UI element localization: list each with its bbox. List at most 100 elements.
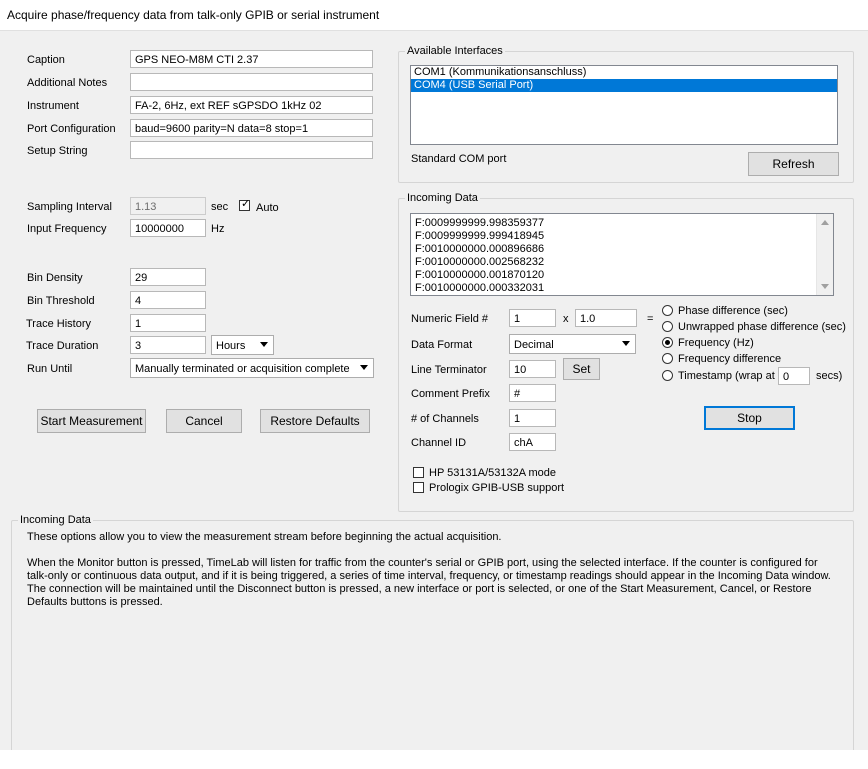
sampling-interval-label: Sampling Interval bbox=[27, 201, 112, 213]
trace-duration-input[interactable]: 3 bbox=[130, 336, 206, 354]
incoming-data-title: Incoming Data bbox=[405, 191, 480, 205]
trace-duration-unit-value: Hours bbox=[216, 340, 246, 352]
sampling-interval-unit: sec bbox=[211, 201, 229, 213]
incoming-data-line: F:0009999999.998359377 bbox=[415, 217, 545, 229]
wrap-unit-label: secs) bbox=[816, 370, 843, 382]
input-frequency-unit: Hz bbox=[211, 223, 225, 235]
mode-freq-diff-label: Frequency difference bbox=[678, 353, 782, 365]
hp-mode-checkbox[interactable] bbox=[413, 467, 424, 478]
run-until-value: Manually terminated or acquisition compl… bbox=[135, 363, 350, 375]
port-config-label: Port Configuration bbox=[27, 123, 116, 135]
refresh-button[interactable]: Refresh bbox=[748, 152, 839, 176]
mode-timestamp-radio[interactable] bbox=[662, 370, 673, 381]
mode-frequency-label: Frequency (Hz) bbox=[678, 337, 754, 349]
mode-frequency-radio[interactable] bbox=[662, 337, 673, 348]
stop-button[interactable]: Stop bbox=[704, 406, 795, 430]
incoming-data-text[interactable]: F:0009999999.998359377 F:0009999999.9994… bbox=[410, 213, 834, 296]
scroll-down-icon[interactable] bbox=[821, 284, 829, 289]
info-line: When the Monitor button is pressed, Time… bbox=[27, 557, 818, 569]
trace-duration-label: Trace Duration bbox=[26, 340, 99, 352]
interface-description: Standard COM port bbox=[411, 153, 507, 165]
chevron-down-icon bbox=[260, 342, 268, 347]
restore-defaults-button[interactable]: Restore Defaults bbox=[260, 409, 370, 433]
mode-timestamp-label: Timestamp (wrap at bbox=[678, 370, 775, 382]
incoming-data-line: F:0010000000.000332031 bbox=[415, 282, 545, 294]
instrument-input[interactable]: FA-2, 6Hz, ext REF sGPSDO 1kHz 02 bbox=[130, 96, 373, 114]
mode-phase-radio[interactable] bbox=[662, 305, 673, 316]
sampling-interval-input: 1.13 bbox=[130, 197, 206, 215]
background-strip bbox=[0, 750, 868, 769]
interfaces-listbox[interactable]: COM1 (Kommunikationsanschluss) COM4 (USB… bbox=[410, 65, 838, 145]
interface-item-com4[interactable]: COM4 (USB Serial Port) bbox=[411, 79, 837, 92]
channels-label: # of Channels bbox=[411, 413, 479, 425]
input-frequency-label: Input Frequency bbox=[27, 223, 107, 235]
setup-string-label: Setup String bbox=[27, 145, 88, 157]
incoming-data-line: F:0010000000.000896686 bbox=[415, 243, 545, 255]
notes-label: Additional Notes bbox=[27, 77, 108, 89]
info-paragraph: These options allow you to view the meas… bbox=[27, 531, 502, 543]
trace-duration-unit-select[interactable]: Hours bbox=[211, 335, 274, 355]
dialog-client: Caption GPS NEO-M8M CTI 2.37 Additional … bbox=[0, 31, 868, 769]
incoming-data-scrollbar[interactable] bbox=[816, 214, 833, 295]
scroll-up-icon[interactable] bbox=[821, 220, 829, 225]
incoming-data-line: F:0009999999.999418945 bbox=[415, 230, 545, 242]
auto-checkbox[interactable]: ✓ bbox=[239, 198, 251, 211]
numeric-field-times: x bbox=[563, 313, 569, 325]
mode-unwrapped-label: Unwrapped phase difference (sec) bbox=[678, 321, 846, 333]
info-line: The connection will be maintained until … bbox=[27, 583, 812, 595]
mode-phase-label: Phase difference (sec) bbox=[678, 305, 788, 317]
notes-input[interactable] bbox=[130, 73, 373, 91]
set-button[interactable]: Set bbox=[563, 358, 600, 380]
channel-id-input[interactable]: chA bbox=[509, 433, 556, 451]
bin-threshold-label: Bin Threshold bbox=[27, 295, 95, 307]
instrument-label: Instrument bbox=[27, 100, 79, 112]
trace-history-label: Trace History bbox=[26, 318, 91, 330]
caption-input[interactable]: GPS NEO-M8M CTI 2.37 bbox=[130, 50, 373, 68]
window-title: Acquire phase/frequency data from talk-o… bbox=[7, 8, 380, 22]
hp-mode-label: HP 53131A/53132A mode bbox=[429, 467, 557, 479]
line-terminator-label: Line Terminator bbox=[411, 364, 487, 376]
interface-item-com1[interactable]: COM1 (Kommunikationsanschluss) bbox=[411, 66, 837, 79]
channels-input[interactable]: 1 bbox=[509, 409, 556, 427]
info-text: These options allow you to view the meas… bbox=[27, 531, 847, 609]
bin-threshold-input[interactable]: 4 bbox=[130, 291, 206, 309]
info-line: talk-only or continuous data output, and… bbox=[27, 570, 831, 582]
start-measurement-button[interactable]: Start Measurement bbox=[37, 409, 146, 433]
numeric-scale-input[interactable]: 1.0 bbox=[575, 309, 637, 327]
incoming-data-line: F:0010000000.002568232 bbox=[415, 256, 545, 268]
data-format-select[interactable]: Decimal bbox=[509, 334, 636, 354]
mode-freq-diff-radio[interactable] bbox=[662, 353, 673, 364]
trace-history-input[interactable]: 1 bbox=[130, 314, 206, 332]
numeric-field-input[interactable]: 1 bbox=[509, 309, 556, 327]
caption-label: Caption bbox=[27, 54, 65, 66]
run-until-label: Run Until bbox=[27, 363, 73, 375]
chevron-down-icon bbox=[622, 341, 630, 346]
incoming-data-line: F:0010000000.001870120 bbox=[415, 269, 545, 281]
prologix-checkbox[interactable] bbox=[413, 482, 424, 493]
prologix-label: Prologix GPIB-USB support bbox=[429, 482, 565, 494]
auto-label: Auto bbox=[256, 202, 279, 214]
cancel-button[interactable]: Cancel bbox=[166, 409, 242, 433]
mode-unwrapped-radio[interactable] bbox=[662, 321, 673, 332]
data-format-value: Decimal bbox=[514, 339, 554, 351]
title-bar: Acquire phase/frequency data from talk-o… bbox=[0, 0, 868, 31]
bin-density-input[interactable]: 29 bbox=[130, 268, 206, 286]
radio-selected-dot bbox=[665, 340, 670, 345]
chevron-down-icon bbox=[360, 365, 368, 370]
numeric-field-label: Numeric Field # bbox=[411, 313, 489, 325]
input-frequency-input[interactable]: 10000000 bbox=[130, 219, 206, 237]
info-line: Defaults buttons is pressed. bbox=[27, 596, 163, 608]
wrap-value-input[interactable]: 0 bbox=[778, 367, 810, 385]
data-format-label: Data Format bbox=[411, 339, 473, 351]
comment-prefix-input[interactable]: # bbox=[509, 384, 556, 402]
channel-id-label: Channel ID bbox=[411, 437, 467, 449]
setup-string-input[interactable] bbox=[130, 141, 373, 159]
comment-prefix-label: Comment Prefix bbox=[411, 388, 490, 400]
port-config-input[interactable]: baud=9600 parity=N data=8 stop=1 bbox=[130, 119, 373, 137]
check-mark-icon: ✓ bbox=[241, 198, 251, 210]
bin-density-label: Bin Density bbox=[27, 272, 83, 284]
run-until-select[interactable]: Manually terminated or acquisition compl… bbox=[130, 358, 374, 378]
info-title: Incoming Data bbox=[18, 513, 93, 527]
numeric-field-equals: = bbox=[647, 313, 654, 325]
line-terminator-input[interactable]: 10 bbox=[509, 360, 556, 378]
